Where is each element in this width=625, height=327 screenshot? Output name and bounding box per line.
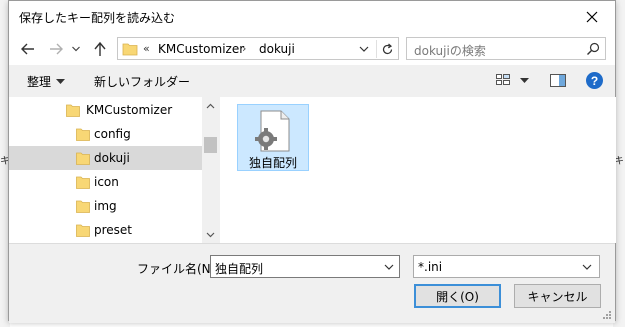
back-button[interactable] — [17, 38, 39, 60]
resize-grip-icon[interactable] — [602, 310, 612, 320]
folder-icon — [76, 128, 90, 141]
search-box[interactable]: dokujiの検索 — [406, 37, 606, 60]
scroll-down-button[interactable] — [202, 226, 219, 243]
navigation-tree[interactable]: KMCustomizer config dokuji icon img pres… — [9, 97, 219, 243]
folder-icon — [76, 200, 90, 213]
filename-field[interactable]: 独自配列 — [210, 255, 400, 278]
open-button[interactable]: 開く(O) — [414, 284, 501, 308]
folder-icon — [122, 43, 138, 56]
address-overflow-chevron[interactable]: « — [143, 42, 150, 55]
view-dropdown-button[interactable] — [520, 78, 529, 84]
file-item[interactable]: 独自配列 — [237, 104, 309, 171]
change-view-button[interactable] — [496, 74, 510, 86]
caret-down-icon — [56, 78, 66, 84]
chevron-down-icon — [384, 264, 394, 270]
svg-text:?: ? — [591, 74, 598, 88]
tree-item-label: dokuji — [94, 151, 130, 165]
filename-history-dropdown[interactable] — [381, 259, 397, 275]
address-history-dropdown[interactable] — [356, 41, 372, 57]
forward-button[interactable] — [45, 38, 67, 60]
breadcrumb-kmcustomizer[interactable]: KMCustomizer — [158, 42, 244, 56]
up-arrow-icon — [94, 41, 106, 56]
command-toolbar: 整理 新しいフォルダー ? — [9, 65, 615, 97]
address-bar[interactable]: « KMCustomizer › dokuji — [117, 37, 399, 60]
dialog-title: 保存したキー配列を読み込む — [19, 11, 176, 25]
help-icon: ? — [586, 72, 603, 89]
refresh-button[interactable] — [376, 40, 397, 58]
breadcrumb-separator[interactable]: › — [242, 42, 246, 55]
tree-item-kmcustomizer[interactable]: KMCustomizer — [9, 98, 202, 122]
recent-locations-button[interactable] — [69, 38, 83, 60]
tree-item-icon[interactable]: icon — [9, 170, 202, 194]
tree-item-config[interactable]: config — [9, 122, 202, 146]
title-bar[interactable]: 保存したキー配列を読み込む — [9, 1, 615, 32]
tree-item-label: icon — [94, 175, 119, 189]
tree-item-label: preset — [94, 223, 133, 237]
tree-item-preset[interactable]: preset — [9, 218, 202, 242]
new-folder-button[interactable]: 新しいフォルダー — [94, 73, 190, 90]
search-input[interactable]: dokujiの検索 — [414, 42, 486, 59]
organize-menu-button[interactable]: 整理 — [27, 73, 66, 90]
tree-item-label: KMCustomizer — [86, 103, 173, 117]
tree-scrollbar[interactable] — [202, 97, 219, 243]
scrollbar-thumb[interactable] — [204, 137, 217, 153]
breadcrumb-dokuji[interactable]: dokuji — [259, 42, 295, 56]
forward-arrow-icon — [50, 43, 63, 55]
folder-icon — [76, 176, 90, 189]
folder-icon — [76, 152, 90, 165]
back-arrow-icon — [21, 43, 34, 55]
file-name-label: 独自配列 — [248, 156, 297, 170]
open-file-dialog: 保存したキー配列を読み込む « KMCustomizer › dokuji do… — [8, 0, 616, 323]
tree-item-label: config — [94, 127, 131, 141]
filetype-select[interactable]: *.ini — [413, 255, 600, 278]
navigation-bar: « KMCustomizer › dokuji dokujiの検索 — [9, 32, 615, 65]
refresh-icon — [382, 43, 392, 54]
view-options-icon — [496, 74, 510, 85]
config-file-gear-icon — [255, 110, 290, 152]
folder-icon — [76, 224, 90, 237]
filename-value: 独自配列 — [215, 262, 264, 276]
filetype-dropdown[interactable] — [579, 259, 595, 275]
new-folder-label: 新しいフォルダー — [94, 75, 191, 89]
filetype-value: *.ini — [418, 260, 443, 274]
tree-item-img[interactable]: img — [9, 194, 202, 218]
close-button[interactable] — [569, 1, 615, 32]
caret-down-icon — [520, 78, 529, 83]
chevron-down-icon — [582, 264, 592, 270]
folder-icon — [66, 104, 80, 117]
up-button[interactable] — [89, 38, 111, 60]
preview-pane-icon — [550, 74, 566, 87]
filename-label: ファイル名(N): — [137, 262, 220, 276]
search-icon — [587, 42, 600, 55]
scroll-up-button[interactable] — [202, 97, 219, 114]
cancel-button[interactable]: キャンセル — [514, 284, 601, 308]
organize-label: 整理 — [27, 75, 52, 89]
dialog-footer: ファイル名(N): 独自配列 *.ini 開く(O) キャンセル — [9, 243, 615, 323]
chevron-up-icon — [206, 103, 215, 108]
close-icon — [586, 11, 598, 22]
tree-item-dokuji[interactable]: dokuji — [9, 146, 202, 170]
tree-item-label: img — [94, 199, 117, 213]
chevron-down-icon — [359, 46, 369, 52]
preview-pane-button[interactable] — [550, 74, 566, 87]
chevron-down-icon — [72, 46, 80, 52]
file-list[interactable]: 独自配列 — [220, 97, 616, 243]
help-button[interactable]: ? — [586, 72, 603, 89]
chevron-down-icon — [206, 232, 215, 237]
